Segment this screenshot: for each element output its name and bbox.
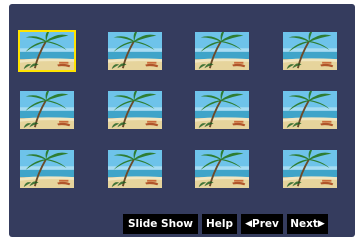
slideshow-label: Slide Show bbox=[127, 218, 193, 230]
beach-photo-thumbnail bbox=[108, 32, 162, 70]
photo-browser-screen: Slide Show Help ◀Prev Next▶ bbox=[0, 0, 364, 242]
next-button[interactable]: Next▶ bbox=[287, 214, 328, 234]
beach-photo-thumbnail bbox=[20, 150, 74, 188]
thumbnail-item[interactable] bbox=[106, 148, 164, 190]
beach-photo-thumbnail bbox=[20, 32, 74, 70]
triangle-left-icon: ◀ bbox=[245, 219, 253, 229]
thumbnail-item[interactable] bbox=[193, 89, 251, 131]
slideshow-button[interactable]: Slide Show bbox=[123, 214, 198, 234]
beach-photo-thumbnail bbox=[283, 32, 337, 70]
beach-photo-thumbnail bbox=[195, 91, 249, 129]
prev-button[interactable]: ◀Prev bbox=[241, 214, 283, 234]
help-button[interactable]: Help bbox=[202, 214, 237, 234]
thumbnail-item[interactable] bbox=[193, 30, 251, 72]
thumbnail-grid bbox=[18, 30, 337, 202]
beach-photo-thumbnail bbox=[283, 91, 337, 129]
thumbnail-item[interactable] bbox=[193, 148, 251, 190]
thumbnail-item[interactable] bbox=[281, 148, 339, 190]
help-label: Help bbox=[205, 218, 234, 230]
beach-photo-thumbnail bbox=[108, 91, 162, 129]
thumbnail-item[interactable] bbox=[18, 148, 76, 190]
thumbnail-item[interactable] bbox=[281, 89, 339, 131]
thumbnail-item[interactable] bbox=[18, 89, 76, 131]
thumbnail-item[interactable] bbox=[281, 30, 339, 72]
beach-photo-thumbnail bbox=[195, 150, 249, 188]
beach-photo-thumbnail bbox=[108, 150, 162, 188]
triangle-right-icon: ▶ bbox=[317, 219, 325, 229]
thumbnail-item[interactable] bbox=[18, 30, 76, 72]
beach-photo-thumbnail bbox=[20, 91, 74, 129]
prev-label: Prev bbox=[252, 218, 279, 230]
next-label: Next bbox=[290, 218, 318, 230]
beach-photo-thumbnail bbox=[283, 150, 337, 188]
thumbnail-item[interactable] bbox=[106, 30, 164, 72]
thumbnail-item[interactable] bbox=[106, 89, 164, 131]
beach-photo-thumbnail bbox=[195, 32, 249, 70]
